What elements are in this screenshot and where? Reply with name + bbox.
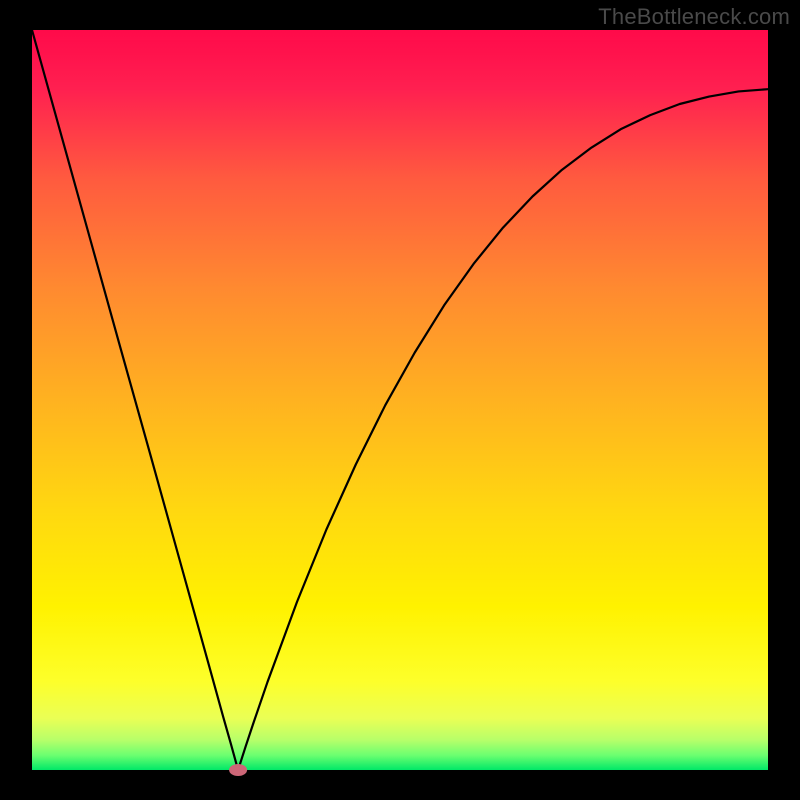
plot-gradient-background <box>32 30 768 770</box>
minimum-marker <box>229 764 247 776</box>
bottleneck-chart: TheBottleneck.com <box>0 0 800 800</box>
watermark-text: TheBottleneck.com <box>598 4 790 30</box>
chart-svg <box>0 0 800 800</box>
